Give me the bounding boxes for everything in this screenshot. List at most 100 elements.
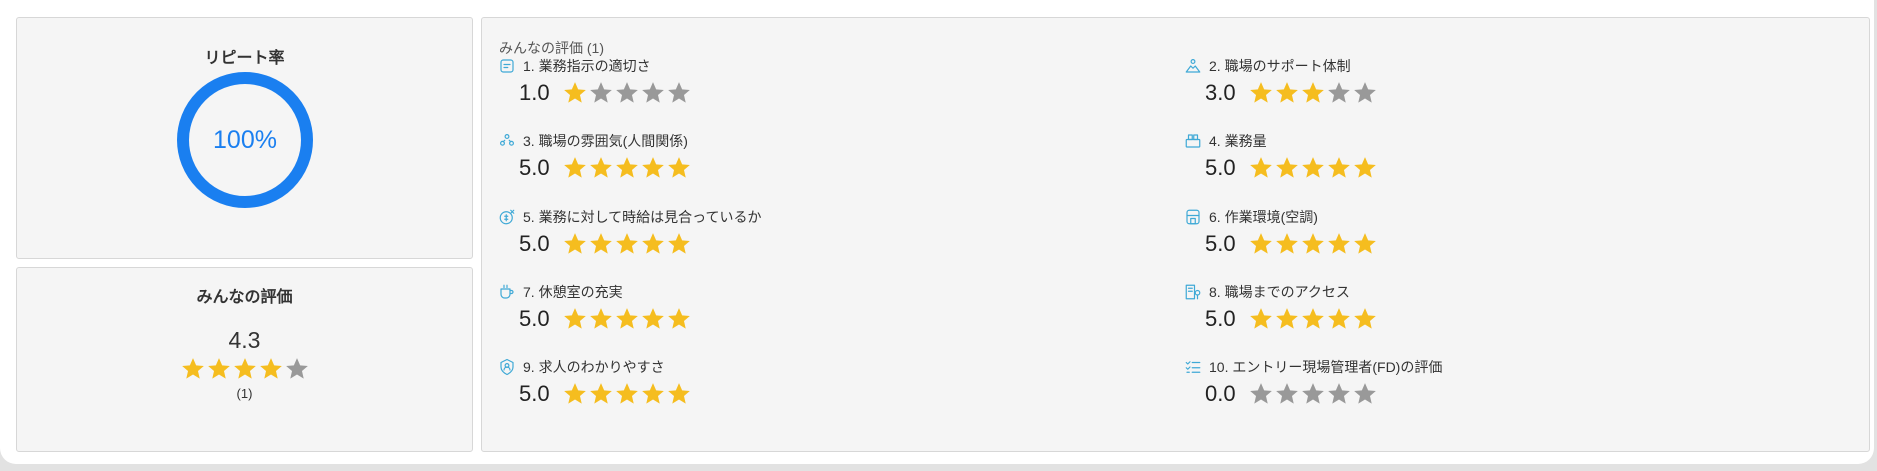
star-empty-icon (1300, 381, 1326, 407)
repeat-rate-ring: 100% (177, 72, 313, 208)
rating-item-label: 3. 職場の雰囲気(人間関係) (523, 133, 688, 149)
star-filled-icon (666, 155, 692, 181)
star-filled-icon (232, 356, 258, 382)
star-empty-icon (1326, 381, 1352, 407)
star-filled-icon (666, 381, 692, 407)
star-empty-icon (284, 356, 310, 382)
star-filled-icon (1326, 306, 1352, 332)
rating-item-header: 1. 業務指示の適切さ (498, 56, 651, 76)
rating-item-label: 5. 業務に対して時給は見合っているか (523, 209, 762, 225)
rating-item-score: 1.0 (519, 80, 550, 105)
star-filled-icon (1352, 231, 1378, 257)
star-empty-icon (588, 80, 614, 106)
rating-item-header: 4. 業務量 (1184, 131, 1267, 151)
rating-item-stars (562, 381, 692, 407)
star-filled-icon (562, 80, 588, 106)
dashboard-container: リピート率 100% みんなの評価 4.3 (1) みんなの評価 (1) 1. … (0, 0, 1874, 464)
rating-item: 4. 業務量 5.0 (1184, 131, 1784, 191)
rating-item-stars (562, 231, 692, 257)
rating-item-score: 5.0 (519, 306, 550, 331)
star-filled-icon (1248, 80, 1274, 106)
rating-item-score: 5.0 (1205, 306, 1236, 331)
star-filled-icon (588, 231, 614, 257)
rating-item-score: 5.0 (519, 381, 550, 406)
rating-item: 9. 求人のわかりやすさ 5.0 (498, 357, 1098, 417)
rating-item-header: 2. 職場のサポート体制 (1184, 56, 1351, 76)
rating-item-label: 4. 業務量 (1209, 133, 1267, 149)
star-filled-icon (1248, 155, 1274, 181)
star-filled-icon (640, 381, 666, 407)
rating-item-stars (1248, 306, 1378, 332)
star-filled-icon (666, 306, 692, 332)
rating-item: 10. エントリー現場管理者(FD)の評価 0.0 (1184, 357, 1784, 417)
rating-item-stars (1248, 231, 1378, 257)
rating-item-score: 0.0 (1205, 381, 1236, 406)
star-filled-icon (206, 356, 232, 382)
rating-breakdown-title: みんなの評価 (1) (499, 40, 604, 56)
star-filled-icon (562, 231, 588, 257)
star-empty-icon (1352, 80, 1378, 106)
star-filled-icon (588, 381, 614, 407)
rating-item-label: 2. 職場のサポート体制 (1209, 58, 1351, 74)
rating-item-stars (1248, 80, 1378, 106)
rating-item-score: 5.0 (1205, 155, 1236, 180)
access-icon (1184, 283, 1202, 301)
repeat-rate-title: リピート率 (204, 50, 285, 67)
rating-item: 5. 業務に対して時給は見合っているか 5.0 (498, 207, 1098, 267)
star-empty-icon (666, 80, 692, 106)
repeat-rate-panel: リピート率 100% (16, 17, 473, 259)
star-filled-icon (1326, 155, 1352, 181)
star-filled-icon (1326, 231, 1352, 257)
note-icon (498, 57, 516, 75)
rating-item-header: 7. 休憩室の充実 (498, 282, 623, 302)
star-filled-icon (640, 306, 666, 332)
rating-item-header: 5. 業務に対して時給は見合っているか (498, 207, 761, 227)
rating-item-stars (1248, 155, 1378, 181)
star-filled-icon (666, 231, 692, 257)
overall-review-count: (1) (236, 386, 253, 401)
rating-breakdown-panel: みんなの評価 (1) 1. 業務指示の適切さ 1.0 2. 職場のサポート体制 3.0… (481, 17, 1870, 452)
support-icon (1184, 57, 1202, 75)
rating-item-header: 10. エントリー現場管理者(FD)の評価 (1184, 357, 1442, 377)
star-filled-icon (562, 306, 588, 332)
star-filled-icon (640, 155, 666, 181)
star-filled-icon (1300, 231, 1326, 257)
rating-item-score: 5.0 (519, 231, 550, 256)
star-filled-icon (1248, 231, 1274, 257)
star-filled-icon (640, 231, 666, 257)
star-filled-icon (1300, 306, 1326, 332)
rating-item-header: 8. 職場までのアクセス (1184, 282, 1350, 302)
star-filled-icon (1300, 155, 1326, 181)
rating-item-label: 9. 求人のわかりやすさ (523, 359, 665, 375)
star-filled-icon (1352, 306, 1378, 332)
star-empty-icon (1248, 381, 1274, 407)
star-empty-icon (640, 80, 666, 106)
wage-icon (498, 208, 516, 226)
rating-item-label: 7. 休憩室の充実 (523, 284, 623, 300)
rating-item-stars (562, 306, 692, 332)
star-filled-icon (614, 306, 640, 332)
checklist-icon (1184, 358, 1202, 376)
rating-item-header: 6. 作業環境(空調) (1184, 207, 1318, 227)
star-empty-icon (1352, 381, 1378, 407)
star-filled-icon (1274, 306, 1300, 332)
rating-item: 3. 職場の雰囲気(人間関係) 5.0 (498, 131, 1098, 191)
star-filled-icon (614, 381, 640, 407)
rating-item-stars (1248, 381, 1378, 407)
rating-item-score: 3.0 (1205, 80, 1236, 105)
star-filled-icon (180, 356, 206, 382)
cup-icon (498, 283, 516, 301)
star-filled-icon (1274, 155, 1300, 181)
rating-item-label: 6. 作業環境(空調) (1209, 209, 1318, 225)
star-filled-icon (614, 231, 640, 257)
rating-item: 8. 職場までのアクセス 5.0 (1184, 282, 1784, 342)
star-filled-icon (588, 306, 614, 332)
rating-item-label: 10. エントリー現場管理者(FD)の評価 (1209, 359, 1443, 375)
star-empty-icon (1326, 80, 1352, 106)
star-filled-icon (562, 381, 588, 407)
rating-item-label: 8. 職場までのアクセス (1209, 284, 1350, 300)
star-filled-icon (258, 356, 284, 382)
rating-item-score: 5.0 (1205, 231, 1236, 256)
star-filled-icon (1274, 80, 1300, 106)
star-empty-icon (614, 80, 640, 106)
